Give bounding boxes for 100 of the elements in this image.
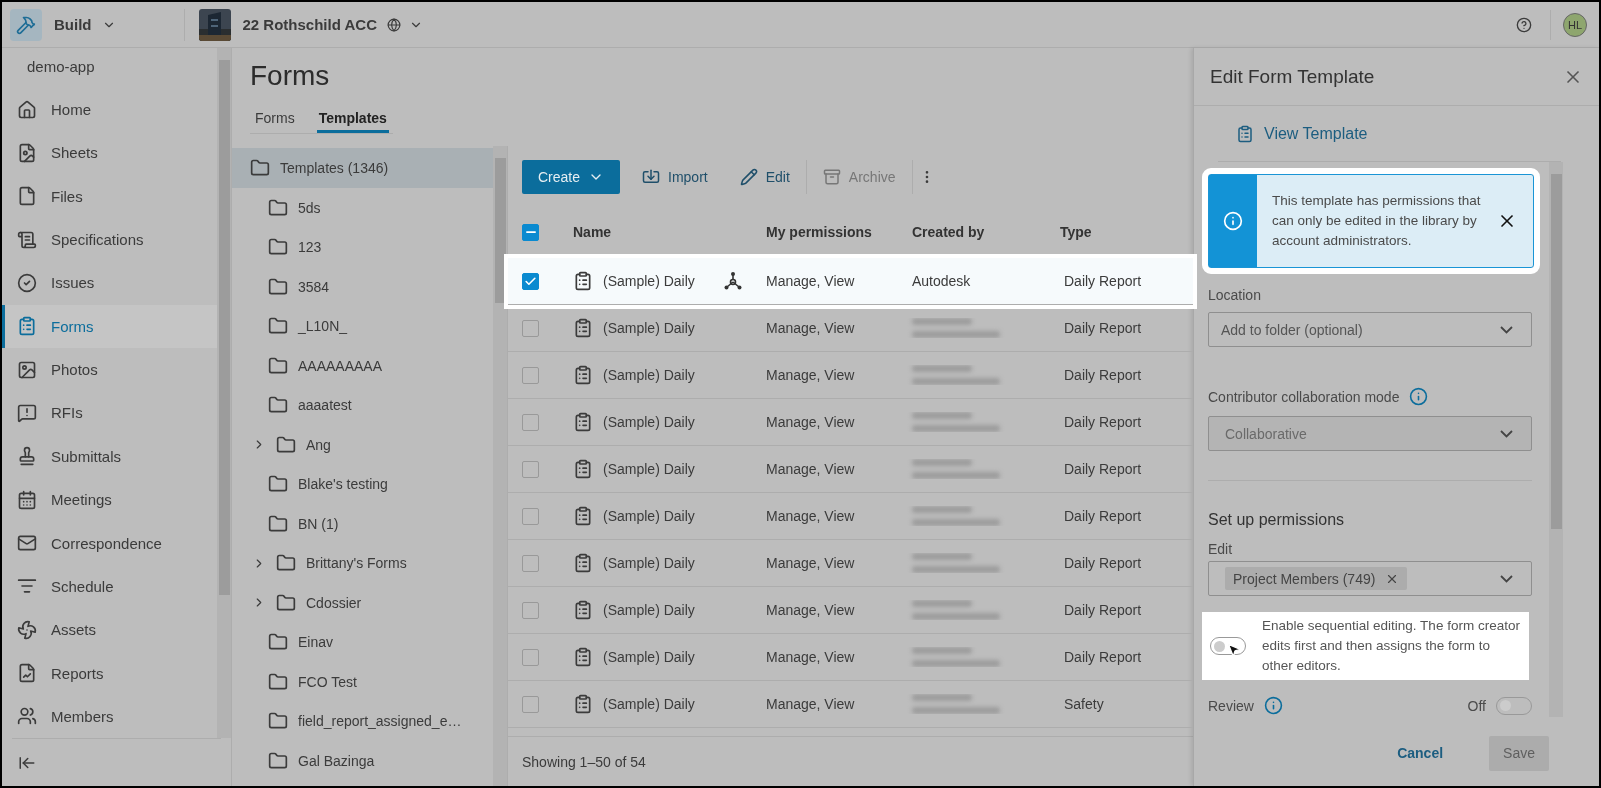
tree-item[interactable]: 123 [232,227,493,267]
table-cell: Manage, View [766,367,855,383]
row-checkbox[interactable] [522,319,539,337]
tree-item[interactable]: FCO Test [232,662,493,702]
sidebar-item[interactable]: Specifications [2,217,217,262]
sidebar-item[interactable]: Reports [2,651,217,695]
table-cell: (Sample) Daily [603,273,695,289]
table-cell: Manage, View [766,320,855,336]
check-icon [524,274,537,288]
sidebar-item[interactable]: Submittals [2,434,217,478]
create-button[interactable]: Create [522,160,621,194]
sidebar-item[interactable]: Schedule [2,564,217,608]
help-icon[interactable] [1516,16,1532,33]
import-button[interactable]: Import [626,160,724,194]
sidebar-item[interactable]: Files [2,174,217,218]
clipboard-icon [573,271,593,291]
sidebar-item[interactable]: Meetings [2,478,217,522]
column-header[interactable]: Type [1060,224,1092,240]
sidebar-item[interactable]: Correspondence [2,521,217,565]
table-row[interactable]: (Sample) Daily Manage, View Daily Report [508,493,1193,540]
tree-item[interactable]: field_report_assigned_e… [232,701,493,741]
folder-icon [268,632,288,653]
tree-item[interactable]: AAAAAAAAA [232,346,493,386]
member-chip: Project Members (749) [1225,567,1408,590]
scrollbar[interactable] [1549,162,1563,717]
chat-bubble-icon [17,402,37,423]
row-checkbox[interactable] [522,601,539,619]
sidebar-item[interactable]: Assets [2,608,217,652]
clipboard-icon [573,318,593,338]
edit-button[interactable]: Edit [723,160,806,194]
column-header[interactable]: Created by [912,224,985,240]
folder-icon [276,434,296,455]
tree-item[interactable]: Cdossier [232,583,493,623]
folder-icon [268,513,288,534]
column-header[interactable]: My permissions [766,224,872,240]
hammer-icon[interactable] [10,8,42,41]
row-checkbox[interactable] [522,366,539,384]
table-cell: Daily Report [1064,649,1142,665]
field-label: Contributor collaboration mode [1208,388,1400,405]
folder-icon [268,237,288,258]
row-checkbox[interactable] [522,460,539,478]
tree-item[interactable]: aaaatest [232,385,493,425]
select-all-checkbox[interactable] [522,223,539,241]
tree-item[interactable]: 5ds [232,188,493,228]
tree-item[interactable]: Blake's testing [232,464,493,504]
sidebar-item[interactable]: RFIs [2,391,217,435]
table-row[interactable]: (Sample) Daily Manage, View Daily Report [508,305,1193,352]
table-row[interactable]: (Sample) Daily Manage, View Daily Report [508,634,1193,681]
edit-permissions-select[interactable]: Project Members (749) [1208,561,1532,596]
app-switcher[interactable]: Build [54,16,92,33]
row-checkbox[interactable] [522,554,539,572]
column-header[interactable]: Name [573,224,612,240]
sidebar-item[interactable]: Members [2,694,217,739]
sidebar-item[interactable]: Photos [2,347,217,392]
tree-item[interactable]: BN (1) [232,504,493,544]
table-row[interactable]: (Sample) Daily Manage, View Daily Report [508,446,1193,493]
table-cell: (Sample) Daily [603,320,695,336]
sidebar-item[interactable]: Sheets [2,131,217,175]
chevron-down-icon [1500,325,1513,334]
table-cell: Daily Report [1064,602,1142,618]
info-icon [1223,211,1243,231]
folder-icon [268,316,288,337]
tree-item[interactable]: Ang [232,425,493,465]
tab[interactable]: Templates [316,106,389,133]
tree-item[interactable]: Templates (1346) [232,148,493,188]
table-row[interactable]: (Sample) Daily Manage, View Safety [508,681,1193,728]
tree-item[interactable]: Einav [232,622,493,662]
table-row[interactable]: (Sample) Daily Manage, View Daily Report [508,587,1193,634]
tree-item[interactable]: Brittany's Forms [232,543,493,583]
table-row[interactable]: (Sample) Daily Manage, View Daily Report [508,540,1193,587]
scrollbar[interactable] [493,146,507,786]
row-checkbox[interactable] [522,648,539,666]
sidebar-item[interactable]: Forms [2,304,217,348]
tab[interactable]: Forms [253,106,297,133]
project-name[interactable]: 22 Rothschild ACC [242,16,377,33]
table-row[interactable]: (Sample) Daily Manage, View Daily Report [508,399,1193,446]
cancel-button[interactable]: Cancel [1383,735,1458,771]
scrollbar[interactable] [217,48,231,738]
field-label: Edit [1208,541,1233,557]
user-avatar[interactable]: HL [1563,12,1587,37]
clipboard-icon [573,553,593,573]
table-row[interactable]: (Sample) Daily Manage, View Daily Report [508,352,1193,399]
file-icon [17,186,37,207]
row-checkbox[interactable] [522,695,539,713]
clipboard-icon [573,647,593,667]
info-icon[interactable] [1409,387,1429,406]
row-checkbox[interactable] [522,413,539,431]
document-list-icon [17,229,37,250]
info-icon[interactable] [1263,696,1283,715]
tree-item[interactable]: Gal Bazinga [232,741,493,781]
tree-item[interactable]: _L10N_ [232,306,493,346]
folder-icon [250,158,270,178]
view-template-link[interactable]: View Template [1218,124,1384,143]
location-select[interactable]: Add to folder (optional) [1208,312,1532,347]
sidebar-item[interactable]: Home [2,87,217,132]
tree-item[interactable]: 3584 [232,267,493,307]
row-checkbox[interactable] [522,272,539,290]
sidebar-item[interactable]: Issues [2,261,217,305]
sheet-icon [17,142,37,163]
row-checkbox[interactable] [522,507,539,525]
